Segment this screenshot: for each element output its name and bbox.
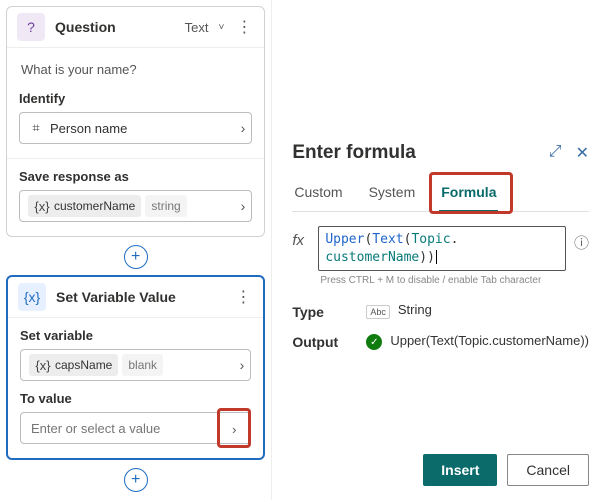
- entity-icon: ⌗: [28, 120, 44, 136]
- formula-panel: Enter formula ⤢ ✕ Custom System Formula …: [271, 0, 601, 500]
- output-label: Output: [292, 332, 356, 350]
- variable-type-tag: string: [145, 195, 186, 217]
- success-icon: ✓: [366, 334, 382, 350]
- formula-input[interactable]: Upper(Text(Topic.customerName)): [318, 226, 566, 271]
- tab-custom[interactable]: Custom: [292, 178, 344, 211]
- question-type-label[interactable]: Text: [185, 20, 209, 35]
- question-prompt[interactable]: What is your name?: [21, 62, 252, 77]
- chevron-right-icon: ›: [240, 357, 245, 373]
- set-variable-header: {x} Set Variable Value ⋮: [8, 277, 263, 318]
- set-variable-selector[interactable]: {x} capsName blank ›: [20, 349, 251, 381]
- chevron-right-icon: ›: [241, 120, 246, 136]
- close-icon[interactable]: ✕: [576, 143, 589, 163]
- set-variable-title: Set Variable Value: [56, 289, 233, 305]
- save-as-label: Save response as: [19, 169, 252, 184]
- insert-button[interactable]: Insert: [423, 454, 497, 486]
- variable-state-tag: blank: [122, 354, 163, 376]
- question-title: Question: [55, 19, 185, 35]
- text-cursor: [436, 250, 437, 264]
- question-icon: ?: [17, 13, 45, 41]
- variable-icon: {x}: [18, 283, 46, 311]
- add-node-button[interactable]: +: [124, 468, 148, 492]
- chevron-right-icon: ›: [241, 198, 246, 214]
- set-variable-label: Set variable: [20, 328, 251, 343]
- save-as-selector[interactable]: {x} customerName string ›: [19, 190, 252, 222]
- question-card-header: ? Question Text ˅ ⋮: [7, 7, 264, 48]
- identify-label: Identify: [19, 91, 252, 106]
- variable-tag: {x} capsName: [29, 354, 118, 376]
- formula-tabs: Custom System Formula: [292, 178, 589, 212]
- type-value: String: [398, 302, 432, 317]
- string-type-icon: Abc: [366, 305, 390, 319]
- more-menu-icon[interactable]: ⋮: [233, 287, 253, 307]
- tab-system[interactable]: System: [367, 178, 418, 211]
- identify-selector[interactable]: ⌗ Person name ›: [19, 112, 252, 144]
- to-value-input[interactable]: [20, 412, 251, 444]
- output-value: Upper(Text(Topic.customerName)): [390, 332, 589, 350]
- identify-value: Person name: [50, 121, 127, 136]
- to-value-expand-button[interactable]: ›: [223, 418, 245, 440]
- question-card: ? Question Text ˅ ⋮ What is your name? I…: [6, 6, 265, 237]
- expand-icon[interactable]: ⤢: [549, 143, 562, 163]
- panel-title: Enter formula: [292, 142, 548, 164]
- more-menu-icon[interactable]: ⋮: [234, 17, 254, 37]
- fx-label: fx: [292, 226, 310, 249]
- variable-icon: {x}: [34, 199, 50, 214]
- variable-tag: {x} customerName: [28, 195, 141, 217]
- info-icon[interactable]: ⓘ: [574, 226, 589, 253]
- type-label: Type: [292, 302, 356, 320]
- set-variable-card: {x} Set Variable Value ⋮ Set variable {x…: [6, 275, 265, 460]
- to-value-label: To value: [20, 391, 251, 406]
- tab-formula[interactable]: Formula: [439, 178, 498, 212]
- to-value-row: ›: [20, 412, 251, 444]
- variable-icon: {x}: [35, 358, 51, 373]
- add-node-button[interactable]: +: [124, 245, 148, 269]
- chevron-down-icon[interactable]: ˅: [218, 22, 224, 33]
- cancel-button[interactable]: Cancel: [507, 454, 589, 486]
- formula-hint: Press CTRL + M to disable / enable Tab c…: [320, 275, 589, 286]
